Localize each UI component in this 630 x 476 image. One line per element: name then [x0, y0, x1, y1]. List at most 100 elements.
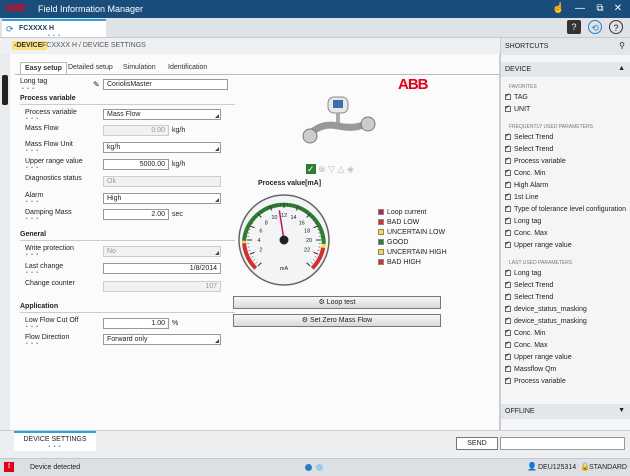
- device-tab[interactable]: ⟳ FCXXXX H • • •: [2, 19, 106, 39]
- shortcut-item[interactable]: Massflow Qm: [505, 364, 556, 373]
- checkbox[interactable]: [505, 376, 511, 384]
- shortcut-item[interactable]: Select Trend: [505, 280, 553, 289]
- gauge-tick-label: 2: [259, 248, 262, 254]
- shortcut-item[interactable]: Select Trend: [505, 144, 553, 153]
- shortcut-item[interactable]: Long tag: [505, 216, 541, 225]
- page-indicator-dot[interactable]: [305, 464, 312, 471]
- cursor-icon[interactable]: ☝: [552, 3, 564, 15]
- shortcut-item[interactable]: Conc. Min: [505, 168, 546, 177]
- offline-section-header[interactable]: OFFLINE ▼: [501, 404, 630, 419]
- checkbox[interactable]: [505, 156, 511, 164]
- shortcut-item[interactable]: Upper range value: [505, 240, 572, 249]
- shortcut-item[interactable]: 1st Line: [505, 192, 539, 201]
- checkbox[interactable]: [505, 204, 511, 212]
- shortcut-item[interactable]: Conc. Max: [505, 228, 547, 237]
- last-change-field: 1/8/2014: [103, 263, 221, 274]
- shortcut-item[interactable]: Upper range value: [505, 352, 572, 361]
- minimize-icon[interactable]: —: [574, 3, 586, 15]
- shortcut-label: High Alarm: [514, 182, 549, 189]
- alarm-select[interactable]: High: [103, 193, 221, 204]
- gauge-tick-label: 16: [299, 220, 305, 226]
- tab-detailed-setup[interactable]: Detailed setup: [64, 62, 117, 74]
- tab-easy-setup[interactable]: Easy setup: [20, 62, 67, 74]
- shortcut-item[interactable]: Type of tolerance level configuration: [505, 204, 627, 213]
- checkbox[interactable]: [505, 168, 511, 176]
- change-counter-field: 107: [103, 281, 221, 292]
- checkbox[interactable]: [505, 364, 511, 372]
- device-section-header[interactable]: DEVICE ▲: [501, 62, 630, 77]
- mass-flow-label: Mass Flow: [25, 125, 59, 132]
- history-icon[interactable]: ⟲: [588, 20, 602, 34]
- checkbox[interactable]: [505, 352, 511, 360]
- checkbox[interactable]: [505, 304, 511, 312]
- send-adjacent-field[interactable]: [500, 437, 625, 450]
- process-variable-heading: Process variable: [20, 95, 76, 102]
- close-icon[interactable]: ✕: [612, 3, 624, 15]
- shortcut-item[interactable]: Conc. Max: [505, 340, 547, 349]
- checkbox[interactable]: [505, 240, 511, 248]
- tab-simulation[interactable]: Simulation: [119, 62, 160, 74]
- checkbox[interactable]: [505, 192, 511, 200]
- expand-icon[interactable]: ▼: [618, 407, 625, 414]
- legend-item: BAD HIGH: [378, 258, 447, 268]
- shortcut-item[interactable]: TAG: [505, 92, 528, 101]
- shortcut-label: Upper range value: [514, 354, 572, 361]
- write-protection-field: No: [103, 246, 221, 257]
- page-indicator-dot[interactable]: [316, 464, 323, 471]
- checkbox[interactable]: [505, 268, 511, 276]
- checkbox[interactable]: [505, 340, 511, 348]
- checkbox[interactable]: [505, 104, 511, 112]
- shortcut-item[interactable]: UNIT: [505, 104, 530, 113]
- status-text: Device detected: [30, 464, 81, 471]
- checkbox[interactable]: [505, 144, 511, 152]
- send-button[interactable]: SEND: [456, 437, 498, 450]
- collapse-icon[interactable]: ▲: [618, 65, 625, 72]
- shortcut-label: Type of tolerance level configuration: [514, 206, 627, 213]
- tab-identification[interactable]: Identification: [164, 62, 211, 74]
- checkbox[interactable]: [505, 280, 511, 288]
- loop-test-button[interactable]: ⚙ Loop test: [233, 296, 441, 309]
- gauge-title: Process value[mA]: [258, 180, 322, 187]
- device-settings-tab[interactable]: DEVICE SETTINGS • • •: [14, 431, 96, 451]
- pv-dots: • • •: [26, 116, 40, 122]
- status-maintenance-icon: ◈: [347, 164, 354, 174]
- checkbox[interactable]: [505, 92, 511, 100]
- device-tab-label: FCXXXX H: [19, 25, 55, 32]
- pin-icon[interactable]: ⚲: [619, 41, 625, 50]
- set-zero-button[interactable]: ⚙ Set Zero Mass Flow: [233, 314, 441, 327]
- shortcut-item[interactable]: High Alarm: [505, 180, 549, 189]
- shortcut-item[interactable]: Select Trend: [505, 132, 553, 141]
- alert-icon: !: [4, 462, 14, 472]
- alarm-label: Alarm: [25, 192, 44, 199]
- shortcut-item[interactable]: device_status_masking: [505, 304, 587, 313]
- checkbox[interactable]: [505, 316, 511, 324]
- flow-direction-select[interactable]: Forward only: [103, 334, 221, 345]
- upper-range-field[interactable]: 5000.00: [103, 159, 169, 170]
- checkbox[interactable]: [505, 132, 511, 140]
- help-icon[interactable]: ?: [609, 20, 623, 34]
- shortcut-item[interactable]: Conc. Min: [505, 328, 546, 337]
- drawer-handle[interactable]: [2, 75, 8, 105]
- shortcut-item[interactable]: device_status_masking: [505, 316, 587, 325]
- gauge-legend: Loop current BAD LOW UNCERTAIN LOW GOOD …: [378, 208, 447, 268]
- checkbox[interactable]: [505, 216, 511, 224]
- long-tag-field[interactable]: CoriolisMaster: [103, 79, 228, 90]
- popout-icon[interactable]: ⧉: [594, 3, 606, 15]
- help-chat-icon[interactable]: ?: [567, 20, 581, 34]
- checkbox[interactable]: [505, 292, 511, 300]
- shortcut-item[interactable]: Process variable: [505, 156, 566, 165]
- process-variable-select[interactable]: Mass Flow: [103, 109, 221, 120]
- shortcut-label: Conc. Min: [514, 170, 546, 177]
- shortcut-item[interactable]: Select Trend: [505, 292, 553, 301]
- dots: • • •: [48, 444, 62, 450]
- checkbox[interactable]: [505, 328, 511, 336]
- checkbox[interactable]: [505, 180, 511, 188]
- shortcut-item[interactable]: Process variable: [505, 376, 566, 385]
- last-change-label: Last change: [25, 263, 64, 270]
- checkbox[interactable]: [505, 228, 511, 236]
- mass-flow-unit-select[interactable]: kg/h: [103, 142, 221, 153]
- low-flow-field[interactable]: 1.00: [103, 318, 169, 329]
- damping-field[interactable]: 2.00: [103, 209, 169, 220]
- shortcut-label: Process variable: [514, 158, 566, 165]
- shortcut-item[interactable]: Long tag: [505, 268, 541, 277]
